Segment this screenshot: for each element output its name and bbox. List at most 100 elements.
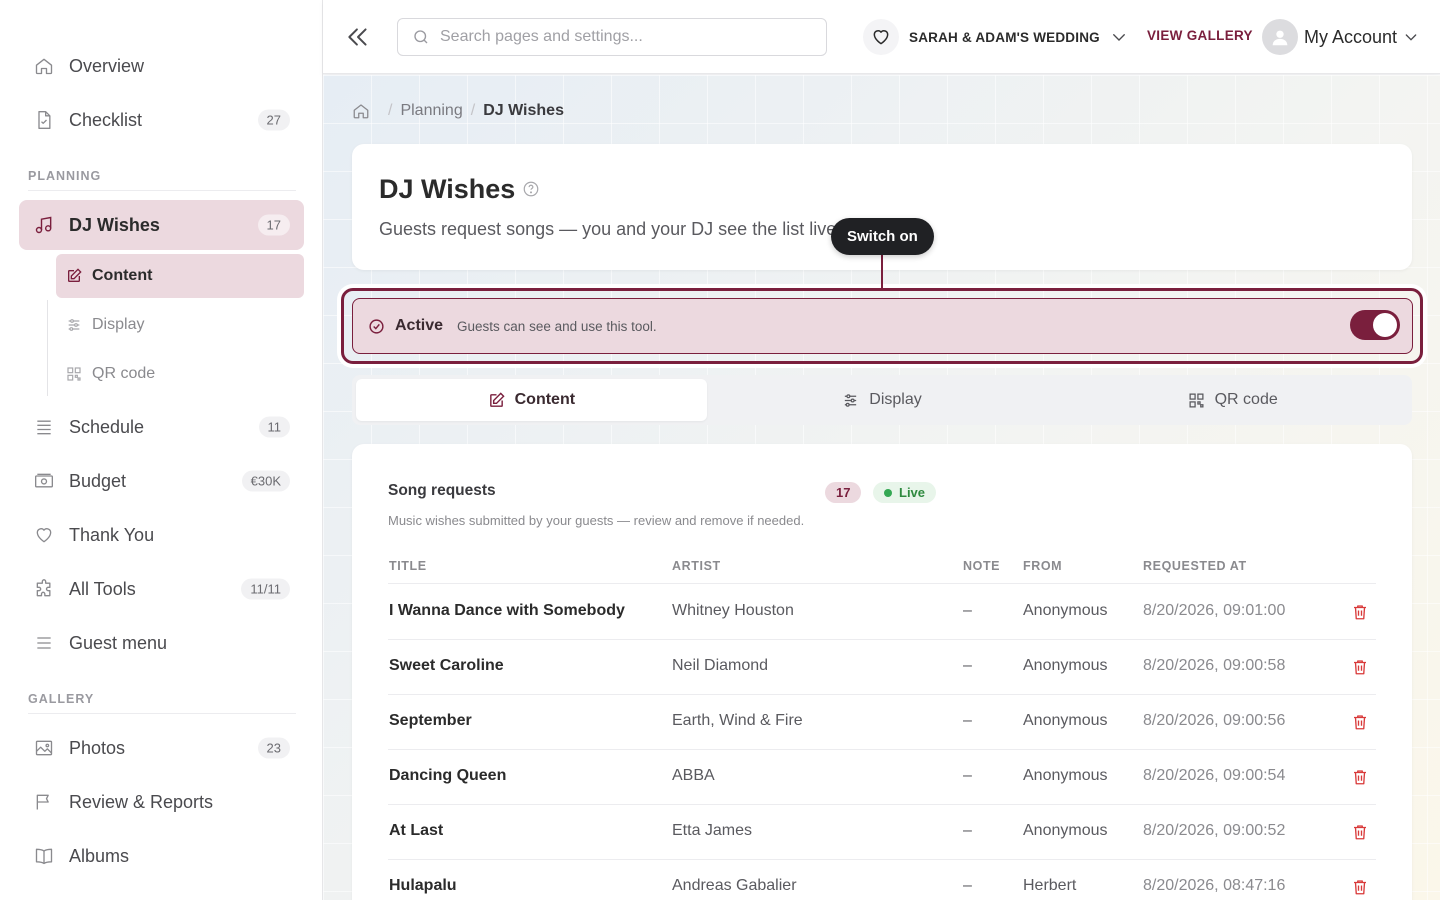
sidebar-item-schedule[interactable]: Schedule 11 [19,402,304,452]
song-note: – [963,712,972,729]
active-description: Guests can see and use this tool. [457,318,657,334]
column-header-note: NOTE [963,559,1001,573]
sidebar-item-dj-wishes[interactable]: DJ Wishes 17 [19,200,304,250]
edit-icon [66,268,82,284]
divider [28,713,296,714]
sidebar-item-budget[interactable]: Budget €30K [19,456,304,506]
section-label-gallery: GALLERY [28,692,95,706]
trash-icon[interactable] [1351,602,1369,622]
column-header-artist: ARTIST [672,559,721,573]
main-content: / Planning / DJ Wishes DJ Wishes Guests … [323,75,1440,900]
sidebar-item-label: Budget [69,470,127,491]
live-label: Live [899,485,926,500]
count-badge: 17 [825,482,862,503]
sidebar-subitem-label: QR code [92,365,156,382]
trash-icon[interactable] [1351,712,1369,732]
sidebar-item-review-reports[interactable]: Review & Reports [19,777,304,827]
account-label: My Account [1304,26,1398,47]
table-row: September Earth, Wind & Fire – Anonymous… [388,695,1376,750]
count-badge: 11 [258,416,290,438]
sidebar-item-label: DJ Wishes [69,214,160,235]
song-artist: Andreas Gabalier [672,877,797,894]
search-input[interactable] [440,28,800,46]
column-header-requested-at: REQUESTED AT [1143,559,1247,573]
tab-label: QR code [1214,391,1278,408]
switch-on-tooltip: Switch on [831,218,934,255]
tab-display[interactable]: Display [707,379,1058,421]
topbar: SARAH & ADAM'S WEDDING VIEW GALLERY My A… [323,0,1440,74]
qr-icon [1189,392,1204,408]
song-from: Anonymous [1023,602,1108,619]
active-toggle[interactable] [1350,310,1400,340]
qr-icon [66,366,82,382]
song-requests-card: Song requests 17 Live Music wishes submi… [352,444,1412,900]
song-artist: Earth, Wind & Fire [672,712,803,729]
trash-icon[interactable] [1351,822,1369,842]
sidebar-item-all-tools[interactable]: All Tools 11/11 [19,564,304,614]
table-row: I Wanna Dance with Somebody Whitney Hous… [388,585,1376,640]
sidebar-item-checklist[interactable]: Checklist 27 [19,95,304,145]
sidebar-item-overview[interactable]: Overview [19,41,304,91]
breadcrumb: / Planning / DJ Wishes [352,102,564,120]
song-requested-at: 8/20/2026, 09:01:00 [1143,602,1286,619]
user-icon [1272,30,1288,46]
check-circle-icon [369,318,384,334]
sidebar-item-label: Checklist [69,109,143,130]
song-from: Anonymous [1023,767,1108,784]
song-note: – [963,767,972,784]
live-dot [884,488,892,497]
home-icon [33,55,55,77]
song-note: – [963,657,972,674]
section-label-planning: PLANNING [28,169,102,183]
sidebar-item-label: Schedule [69,416,145,437]
view-gallery-link[interactable]: VIEW GALLERY [1147,28,1253,43]
sidebar-subitem-display[interactable]: Display [56,303,304,347]
wedding-name: SARAH & ADAM'S WEDDING [909,29,1100,45]
music-icon [33,214,55,236]
toggle-knob [1373,313,1397,337]
trash-icon[interactable] [1351,657,1369,677]
sidebar-item-thank-you[interactable]: Thank You [19,510,304,560]
count-badge: 11/11 [241,578,290,600]
wedding-selector[interactable]: SARAH & ADAM'S WEDDING [863,18,1128,56]
song-title: Sweet Caroline [389,657,504,674]
breadcrumb-current: DJ Wishes [483,102,564,119]
search-box[interactable] [397,18,827,56]
sidebar-item-label: Photos [69,737,126,758]
sidebar-item-photos[interactable]: Photos 23 [19,723,304,773]
sidebar-subitem-content[interactable]: Content [56,254,304,298]
count-badge: 17 [257,214,290,236]
sidebar-item-albums[interactable]: Albums [19,831,304,881]
sidebar-subitem-qr-code[interactable]: QR code [56,352,304,396]
breadcrumb-separator: / [388,102,393,119]
help-icon[interactable] [522,180,540,198]
trash-icon[interactable] [1351,877,1369,897]
sidebar-item-label: Review & Reports [69,791,214,812]
song-requested-at: 8/20/2026, 09:00:52 [1143,822,1286,839]
chevron-down-icon [1112,34,1125,41]
page-title: DJ Wishes [379,174,516,204]
song-from: Herbert [1023,877,1077,894]
tab-qr-code[interactable]: QR code [1057,379,1408,421]
song-from: Anonymous [1023,712,1108,729]
breadcrumb-link-planning[interactable]: Planning [400,102,462,120]
column-header-title: TITLE [389,559,427,573]
table-row: Sweet Caroline Neil Diamond – Anonymous … [388,640,1376,695]
chevron-down-icon [1405,34,1417,41]
home-icon[interactable] [352,102,370,120]
song-note: – [963,877,972,894]
sidebar-item-guest-menu[interactable]: Guest menu [19,618,304,668]
trash-icon[interactable] [1351,767,1369,787]
amount-badge: €30K [241,470,290,492]
song-artist: Neil Diamond [672,657,769,674]
song-from: Anonymous [1023,657,1108,674]
tooltip-connector [881,255,883,290]
collapse-sidebar-button[interactable] [345,24,371,50]
chevrons-left-icon [348,28,367,46]
tab-bar: Content Display QR code [352,375,1412,425]
account-menu[interactable]: My Account [1262,18,1419,56]
puzzle-icon [33,578,55,600]
tab-content[interactable]: Content [356,379,707,421]
file-check-icon [33,109,55,131]
song-from: Anonymous [1023,822,1108,839]
